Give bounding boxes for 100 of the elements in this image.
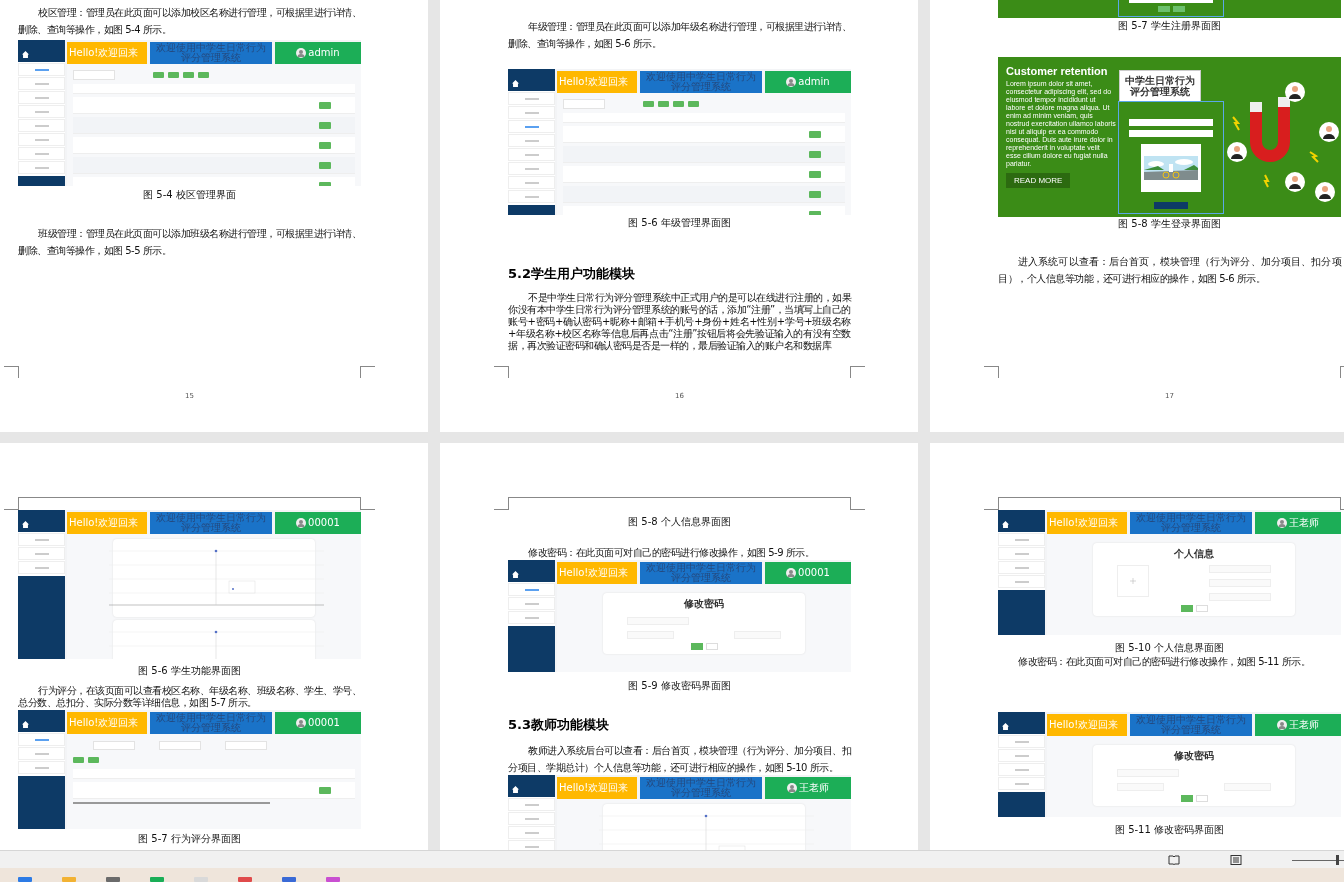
home-icon[interactable] [512, 786, 519, 793]
login-button[interactable] [1154, 202, 1188, 209]
action-button[interactable] [198, 72, 209, 78]
sidebar-item[interactable] [18, 161, 65, 174]
select-field[interactable] [225, 740, 267, 750]
detail-button[interactable] [809, 190, 821, 198]
sidebar-item[interactable] [18, 63, 65, 76]
detail-button[interactable] [319, 141, 331, 149]
sidebar-item[interactable] [998, 533, 1045, 546]
sidebar-item[interactable] [18, 105, 65, 118]
read-more-button[interactable]: READ MORE [1006, 173, 1071, 188]
action-button[interactable] [688, 101, 699, 107]
sidebar-item[interactable] [508, 148, 555, 161]
select-field[interactable] [93, 740, 135, 750]
home-icon[interactable] [22, 521, 29, 528]
sidebar-item[interactable] [998, 575, 1045, 588]
app-icon[interactable] [150, 877, 164, 882]
action-button[interactable] [643, 101, 654, 107]
home-icon[interactable] [512, 571, 519, 578]
search-field[interactable] [73, 70, 115, 80]
home-icon[interactable] [1002, 521, 1009, 528]
sidebar-item[interactable] [508, 162, 555, 175]
figure-caption: 图 5-7 行为评分界面图 [137, 832, 242, 846]
detail-button[interactable] [319, 101, 331, 109]
sidebar-item[interactable] [18, 733, 65, 746]
sidebar-item[interactable] [18, 547, 65, 560]
sidebar-item[interactable] [18, 533, 65, 546]
action-button[interactable] [183, 72, 194, 78]
scrollbar[interactable] [73, 802, 271, 804]
avatar-icon [296, 518, 307, 528]
action-button[interactable] [168, 72, 179, 78]
detail-button[interactable] [809, 210, 821, 215]
sidebar-item[interactable] [508, 798, 555, 811]
detail-button[interactable] [319, 161, 331, 169]
register-button[interactable] [1157, 6, 1170, 12]
sidebar-item[interactable] [18, 133, 65, 146]
sidebar-item[interactable] [18, 761, 65, 774]
back-button[interactable] [1172, 6, 1185, 12]
search-field[interactable] [563, 99, 605, 109]
sidebar-item[interactable] [508, 134, 555, 147]
detail-button[interactable] [809, 170, 821, 178]
sidebar-item[interactable] [998, 763, 1045, 776]
submit-button[interactable] [1180, 795, 1193, 802]
app-icon[interactable] [106, 877, 120, 882]
sidebar-item[interactable] [998, 735, 1045, 748]
input-field[interactable] [1129, 0, 1213, 3]
detail-button[interactable] [319, 786, 331, 794]
upload-box[interactable] [1117, 565, 1149, 597]
sidebar-item[interactable] [508, 92, 555, 105]
sidebar-item[interactable] [508, 840, 555, 850]
app-icon[interactable] [62, 877, 76, 882]
sidebar-item[interactable] [508, 190, 555, 203]
action-button[interactable] [73, 757, 84, 763]
reset-button[interactable] [1195, 605, 1208, 612]
sidebar-item[interactable] [18, 77, 65, 90]
sidebar-item[interactable] [18, 119, 65, 132]
app-icon[interactable] [282, 877, 296, 882]
input-field[interactable] [1129, 130, 1213, 137]
app-icon[interactable] [18, 877, 32, 882]
reset-button[interactable] [1195, 795, 1208, 802]
sidebar-item[interactable] [508, 826, 555, 839]
input-field[interactable] [1129, 119, 1213, 126]
sidebar-item[interactable] [18, 561, 65, 574]
sidebar-item[interactable] [508, 611, 555, 624]
detail-button[interactable] [809, 130, 821, 138]
detail-button[interactable] [319, 181, 331, 186]
select-field[interactable] [159, 740, 201, 750]
sidebar-item[interactable] [508, 597, 555, 610]
sidebar-item[interactable] [18, 747, 65, 760]
detail-button[interactable] [809, 150, 821, 158]
print-layout-icon[interactable] [1230, 854, 1242, 865]
detail-button[interactable] [319, 121, 331, 129]
home-icon[interactable] [22, 51, 29, 58]
action-button[interactable] [673, 101, 684, 107]
sidebar-item[interactable] [508, 176, 555, 189]
sidebar-item[interactable] [18, 147, 65, 160]
submit-button[interactable] [690, 643, 703, 650]
zoom-slider[interactable] [1292, 854, 1344, 865]
home-icon[interactable] [22, 721, 29, 728]
sidebar-item[interactable] [998, 749, 1045, 762]
reset-button[interactable] [705, 643, 718, 650]
action-button[interactable] [658, 101, 669, 107]
action-button[interactable] [88, 757, 99, 763]
sidebar-item[interactable] [998, 561, 1045, 574]
sidebar-item[interactable] [508, 120, 555, 133]
sidebar-item[interactable] [18, 91, 65, 104]
home-icon[interactable] [512, 80, 519, 87]
slider-thumb[interactable] [1335, 854, 1339, 865]
sidebar-item[interactable] [998, 547, 1045, 560]
sidebar-item[interactable] [998, 777, 1045, 790]
app-icon[interactable] [326, 877, 340, 882]
home-icon[interactable] [1002, 723, 1009, 730]
sidebar-item[interactable] [508, 583, 555, 596]
section-heading: 5.2学生用户功能模块 [508, 265, 637, 283]
action-button[interactable] [153, 72, 164, 78]
sidebar-item[interactable] [508, 106, 555, 119]
sidebar-item[interactable] [508, 812, 555, 825]
submit-button[interactable] [1180, 605, 1193, 612]
app-icon[interactable] [238, 877, 252, 882]
read-mode-icon[interactable] [1168, 854, 1180, 865]
